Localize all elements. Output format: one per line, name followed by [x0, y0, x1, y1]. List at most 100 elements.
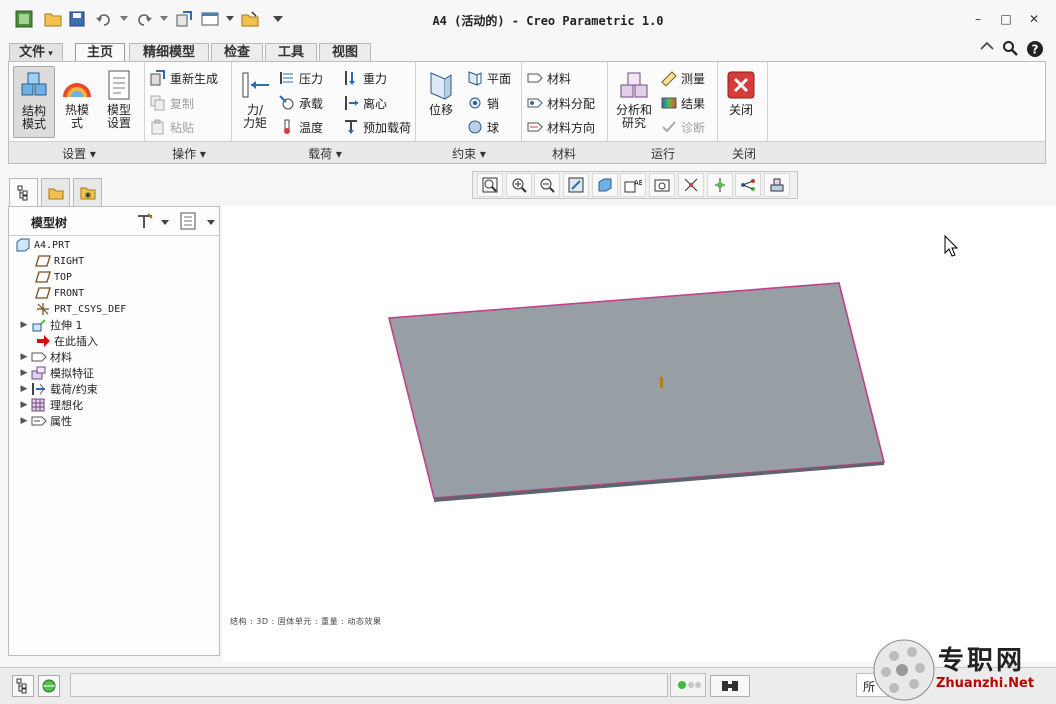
material-assignment-button[interactable]: 材料分配 [527, 93, 595, 113]
tree-columns-dropdown-icon[interactable] [207, 215, 215, 225]
expand-arrow-icon[interactable]: ▶ [19, 352, 29, 362]
tree-item-expandable[interactable]: ▶ 拉伸 1 [19, 317, 83, 333]
regenerate-button[interactable]: 重新生成 [150, 68, 218, 88]
display-style-icon[interactable] [591, 173, 618, 197]
csys-icon [37, 303, 49, 315]
tree-item[interactable]: RIGHT [33, 253, 84, 269]
simulation-display-icon[interactable] [763, 173, 790, 197]
datum-plane-icon [35, 271, 51, 283]
thermal-mode-button[interactable]: 热模 式 [59, 69, 95, 139]
analysis-study-button[interactable]: 分析和 研究 [611, 69, 657, 139]
ribbon-tabs: 文件 ▾ 主页 精细模型 检查 工具 视图 [0, 40, 1056, 63]
group-setup[interactable]: 设置 ▾ [39, 145, 119, 162]
model-tree-tab[interactable] [9, 178, 38, 206]
group-loads[interactable]: 载荷 ▾ [285, 145, 365, 162]
browser-toggle-icon[interactable] [38, 675, 60, 697]
temperature-button[interactable]: 温度 [279, 117, 323, 137]
pressure-icon [280, 72, 293, 84]
tree-item[interactable]: PRT_CSYS_DEF [33, 301, 126, 317]
results-button[interactable]: 结果 [661, 93, 705, 113]
search-icon[interactable] [1002, 40, 1018, 56]
gravity-button[interactable]: 重力 [343, 68, 387, 88]
watermark-cn: 专职网 [938, 646, 1026, 676]
expand-arrow-icon[interactable]: ▶ [19, 320, 29, 330]
diagnostics-button[interactable]: 诊断 [661, 117, 705, 137]
pressure-button[interactable]: 压力 [279, 68, 323, 88]
tree-item-insert-here[interactable]: 在此插入 [33, 333, 98, 349]
expand-arrow-icon[interactable]: ▶ [19, 384, 29, 394]
graphics-area[interactable]: 结构 : 3D : 固体单元 : 重量 : 动态效果 [222, 206, 1056, 662]
datum-plane-icon [35, 287, 51, 299]
tree-item[interactable]: FRONT [33, 285, 84, 301]
zoom-in-icon[interactable] [505, 173, 532, 197]
planar-button[interactable]: 平面 [467, 68, 511, 88]
close-button[interactable]: ✕ [1026, 12, 1042, 26]
tab-home[interactable]: 主页 [75, 43, 125, 63]
title-bar: A4 (活动的) - Creo Parametric 1.0 – □ ✕ [0, 0, 1056, 40]
group-operations[interactable]: 操作 ▾ [149, 145, 229, 162]
expand-arrow-icon[interactable]: ▶ [19, 416, 29, 426]
centrifugal-button[interactable]: 离心 [343, 93, 387, 113]
gravity-icon [345, 71, 355, 85]
refit-icon[interactable] [477, 173, 503, 197]
model-setup-icon [108, 70, 130, 100]
measure-button[interactable]: 测量 [661, 68, 705, 88]
group-close: 关闭 [731, 147, 756, 161]
tree-item-expandable[interactable]: ▶ 属性 [19, 413, 72, 429]
annotation-icon[interactable] [735, 173, 762, 197]
model-setup-button[interactable]: 模型 设置 [100, 69, 138, 139]
material-orientation-button[interactable]: 材料方向 [527, 117, 595, 137]
tab-file[interactable]: 文件 ▾ [9, 43, 63, 62]
copy-button[interactable]: 复制 [150, 93, 194, 113]
model-viewport[interactable] [222, 206, 1056, 662]
tree-settings-dropdown-icon[interactable] [161, 215, 169, 225]
zoom-out-icon[interactable] [534, 173, 561, 197]
expand-arrow-icon[interactable]: ▶ [19, 400, 29, 410]
tree-settings-icon[interactable] [135, 212, 155, 230]
tree-item-expandable[interactable]: ▶ 材料 [19, 349, 72, 365]
spin-center-icon[interactable] [706, 173, 733, 197]
tab-refine-model[interactable]: 精细模型 [129, 43, 209, 62]
tab-view[interactable]: 视图 [319, 43, 371, 62]
model-tree-toggle-icon[interactable] [12, 675, 34, 697]
close-ribbon-button[interactable]: 关闭 [721, 69, 761, 139]
expand-arrow-icon[interactable]: ▶ [19, 368, 29, 378]
copy-icon [150, 95, 165, 111]
ball-button[interactable]: 球 [467, 117, 499, 137]
tab-inspect[interactable]: 检查 [211, 43, 263, 62]
preload-icon [345, 120, 357, 134]
repaint-icon[interactable] [563, 173, 590, 197]
tree-item-expandable[interactable]: ▶ 载荷/约束 [19, 381, 98, 397]
structure-mode-button[interactable]: 结构 模式 [13, 66, 55, 138]
displacement-button[interactable]: 位移 [419, 69, 463, 139]
selection-filter-icon[interactable] [710, 675, 750, 697]
graphics-status-line: 结构 : 3D : 固体单元 : 重量 : 动态效果 [230, 617, 382, 626]
favorites-tab[interactable]: ✱ [73, 178, 102, 206]
tree-item-root[interactable]: A4.PRT [13, 237, 70, 253]
model-tree-header: 模型树 [9, 207, 219, 236]
tab-tools[interactable]: 工具 [265, 43, 317, 62]
tree-item[interactable]: TOP [33, 269, 72, 285]
material-button[interactable]: 材料 [527, 68, 571, 88]
preload-button[interactable]: 预加载荷 [343, 117, 411, 137]
maximize-button[interactable]: □ [998, 12, 1014, 26]
ribbon-group-labels: 设置 ▾ 操作 ▾ 载荷 ▾ 约束 ▾ 材料 运行 关闭 [9, 141, 1045, 163]
tree-item-expandable[interactable]: ▶ 模拟特征 [19, 365, 94, 381]
collapse-ribbon-icon[interactable] [980, 40, 996, 54]
tree-item-expandable[interactable]: ▶ 理想化 [19, 397, 83, 413]
saved-views-icon[interactable]: AB [620, 173, 647, 197]
folder-browser-tab[interactable] [41, 178, 70, 206]
group-run: 运行 [650, 147, 675, 161]
force-moment-button[interactable]: 力/ 力矩 [235, 69, 275, 139]
paste-button[interactable]: 粘贴 [150, 117, 194, 137]
idealization-icon [31, 398, 45, 412]
view-manager-icon[interactable] [649, 173, 676, 197]
bearing-button[interactable]: 承载 [279, 93, 323, 113]
help-icon[interactable]: ? [1026, 40, 1044, 58]
datum-display-icon[interactable] [677, 173, 704, 197]
model-tree-panel: 模型树 A4.PRT RIGHT TOP FRONT PRT_CSYS_DEF [8, 206, 220, 656]
tree-columns-icon[interactable] [179, 212, 197, 230]
pin-button[interactable]: 销 [467, 93, 499, 113]
group-constraints[interactable]: 约束 ▾ [429, 145, 509, 162]
minimize-button[interactable]: – [970, 12, 986, 26]
